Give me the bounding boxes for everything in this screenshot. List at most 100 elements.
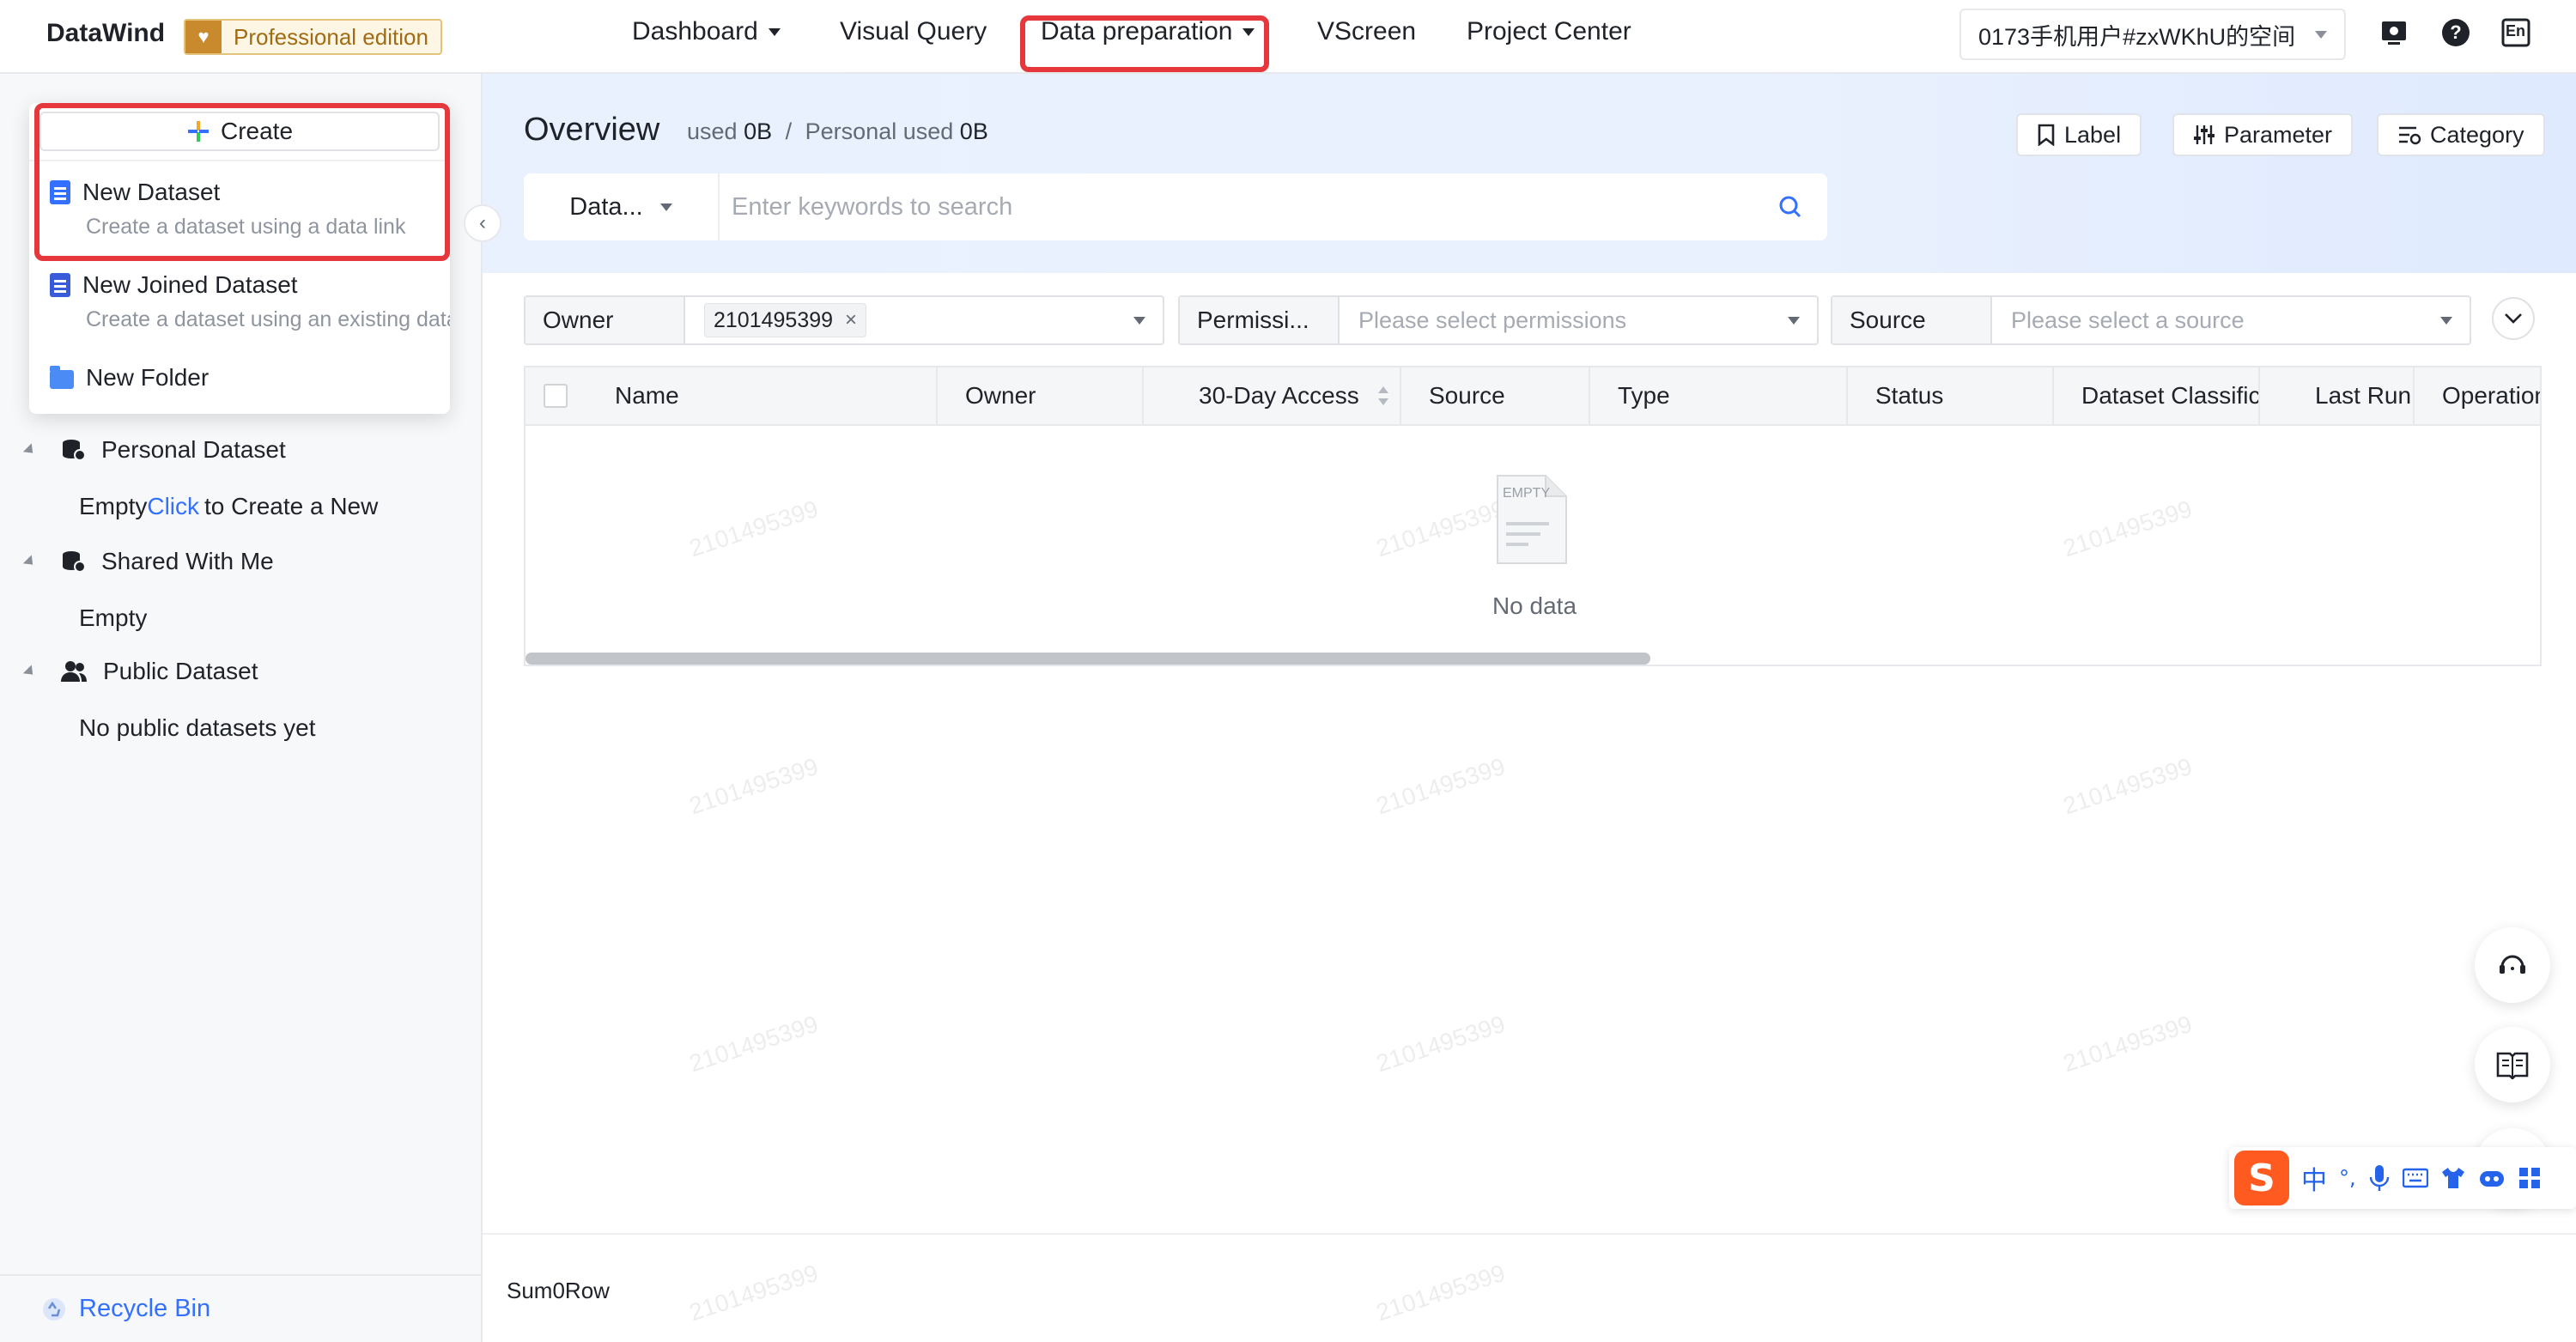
chevron-down-icon bbox=[1133, 316, 1145, 325]
menu-item-new-joined-dataset[interactable]: New Joined Dataset Create a dataset usin… bbox=[50, 271, 450, 332]
create-link[interactable]: Click bbox=[147, 493, 199, 519]
nav-label: Data preparation bbox=[1041, 17, 1233, 46]
nav-dashboard[interactable]: Dashboard bbox=[632, 17, 781, 46]
expand-triangle-icon[interactable] bbox=[22, 664, 38, 679]
chevron-down-icon bbox=[2505, 313, 2522, 324]
personal-dataset-icon bbox=[63, 440, 86, 461]
sogou-logo[interactable]: S bbox=[2234, 1151, 2289, 1205]
ime-toolbar[interactable]: S 中 °, bbox=[2229, 1147, 2576, 1209]
nav-label: Dashboard bbox=[632, 17, 758, 46]
workspace-selector[interactable]: 0173手机用户#zxWKhU的空间 bbox=[1959, 9, 2346, 60]
public-empty-text: No public datasets yet bbox=[79, 714, 316, 741]
search-input[interactable] bbox=[720, 177, 1776, 237]
search-type-label: Data... bbox=[569, 192, 643, 221]
tree-label: Public Dataset bbox=[103, 658, 258, 684]
personal-empty-text: EmptyClick to Create a New bbox=[79, 493, 378, 520]
filter-label: Permissi... bbox=[1180, 297, 1340, 343]
nav-vscreen[interactable]: VScreen bbox=[1317, 17, 1416, 46]
watermark: 2101495399 bbox=[685, 1010, 822, 1078]
storage-usage: used 0B / Personal used 0B bbox=[687, 118, 988, 145]
column-owner[interactable]: Owner bbox=[938, 367, 1144, 424]
tree-label: Personal Dataset bbox=[101, 436, 286, 463]
usage-separator: / bbox=[785, 118, 793, 144]
chevron-down-icon bbox=[2440, 316, 2452, 325]
chevron-left-icon: ‹ bbox=[479, 211, 486, 234]
expand-filters-button[interactable] bbox=[2492, 297, 2535, 340]
chevron-down-icon bbox=[768, 27, 781, 36]
column-type[interactable]: Type bbox=[1590, 367, 1848, 424]
column-name[interactable]: Name bbox=[586, 367, 938, 424]
sliders-icon bbox=[2194, 125, 2215, 144]
tree-shared-with-me[interactable]: Shared With Me bbox=[22, 548, 274, 575]
bookmark-icon bbox=[2038, 124, 2055, 146]
column-30-day-access[interactable]: 30-Day Access bbox=[1144, 367, 1401, 424]
column-operation[interactable]: Operation bbox=[2415, 367, 2540, 424]
parameter-button[interactable]: Parameter bbox=[2172, 113, 2354, 156]
expand-triangle-icon[interactable] bbox=[22, 554, 38, 569]
watermark: 2101495399 bbox=[685, 752, 822, 820]
tree-public-dataset[interactable]: Public Dataset bbox=[22, 658, 258, 685]
label-button[interactable]: Label bbox=[2016, 113, 2142, 156]
close-icon[interactable]: × bbox=[845, 308, 857, 332]
language-label: En bbox=[2506, 22, 2526, 39]
ime-chinese-mode[interactable]: 中 bbox=[2301, 1159, 2327, 1197]
support-button[interactable] bbox=[2475, 927, 2550, 1003]
row-count-summary: Sum0Row bbox=[507, 1278, 610, 1303]
sort-icon[interactable] bbox=[1376, 384, 1390, 408]
tree-personal-dataset[interactable]: Personal Dataset bbox=[22, 436, 286, 464]
horizontal-scrollbar[interactable] bbox=[526, 653, 1650, 665]
column-dataset-classification[interactable]: Dataset Classifica bbox=[2054, 367, 2260, 424]
category-icon bbox=[2399, 126, 2421, 145]
select-all-checkbox[interactable] bbox=[526, 367, 586, 424]
menu-item-title: New Joined Dataset bbox=[82, 271, 298, 298]
nav-data-preparation[interactable]: Data preparation bbox=[1041, 17, 1255, 46]
chevron-down-icon bbox=[1242, 27, 1255, 36]
nav-project-center[interactable]: Project Center bbox=[1467, 17, 1631, 46]
folder-icon bbox=[50, 366, 74, 389]
source-placeholder: Please select a source bbox=[2011, 307, 2245, 333]
nav-visual-query[interactable]: Visual Query bbox=[840, 17, 987, 46]
search-type-select[interactable]: Data... bbox=[524, 173, 720, 240]
emoji-icon[interactable] bbox=[2478, 1166, 2506, 1190]
collapse-sidebar-button[interactable]: ‹ bbox=[464, 204, 501, 242]
empty-icon-text: EMPTY bbox=[1503, 486, 1551, 501]
toolbox-grid-icon[interactable] bbox=[2518, 1166, 2542, 1190]
keyboard-icon[interactable] bbox=[2402, 1168, 2428, 1188]
search-icon[interactable] bbox=[1776, 192, 1805, 222]
brand-logo[interactable]: DataWind bbox=[46, 19, 165, 48]
language-en-icon[interactable]: En bbox=[2499, 15, 2533, 50]
personal-used-value: 0B bbox=[959, 118, 988, 144]
skin-shirt-icon[interactable] bbox=[2440, 1166, 2466, 1190]
category-button[interactable]: Category bbox=[2377, 113, 2545, 156]
chevron-down-icon bbox=[2315, 30, 2327, 39]
microphone-icon[interactable] bbox=[2368, 1163, 2391, 1193]
filter-label: Owner bbox=[526, 297, 685, 343]
diamond-icon: ♥ bbox=[185, 21, 222, 53]
column-last-run[interactable]: Last Runr bbox=[2260, 367, 2415, 424]
recycle-bin-link[interactable]: Recycle Bin bbox=[41, 1295, 210, 1323]
recycle-bin-label: Recycle Bin bbox=[79, 1295, 211, 1322]
search-bar: Data... bbox=[524, 173, 1827, 240]
column-source[interactable]: Source bbox=[1401, 367, 1590, 424]
top-navigation-bar: DataWind ♥ Professional edition Dashboar… bbox=[0, 0, 2576, 74]
ime-punctuation[interactable]: °, bbox=[2339, 1166, 2356, 1190]
permission-filter[interactable]: Permissi... Please select permissions bbox=[1178, 295, 1819, 345]
owner-filter[interactable]: Owner 2101495399 × bbox=[524, 295, 1164, 345]
nav-label: VScreen bbox=[1317, 17, 1417, 46]
help-icon[interactable]: ? bbox=[2439, 15, 2473, 50]
column-status[interactable]: Status bbox=[1848, 367, 2054, 424]
watermark: 2101495399 bbox=[1372, 1259, 1509, 1327]
expand-triangle-icon[interactable] bbox=[22, 442, 38, 458]
menu-item-new-folder[interactable]: New Folder bbox=[50, 364, 209, 392]
docs-button[interactable] bbox=[2475, 1027, 2550, 1102]
watermark: 2101495399 bbox=[1372, 752, 1509, 820]
tree-label: Shared With Me bbox=[101, 548, 274, 574]
source-filter[interactable]: Source Please select a source bbox=[1831, 295, 2471, 345]
highlight-box bbox=[34, 103, 450, 261]
monitor-icon[interactable] bbox=[2377, 15, 2411, 50]
button-label: Label bbox=[2064, 121, 2122, 148]
owner-tag-value: 2101495399 bbox=[714, 307, 834, 332]
filter-label: Source bbox=[1832, 297, 1992, 343]
edition-label: Professional edition bbox=[234, 23, 428, 50]
watermark: 2101495399 bbox=[2059, 752, 2196, 820]
